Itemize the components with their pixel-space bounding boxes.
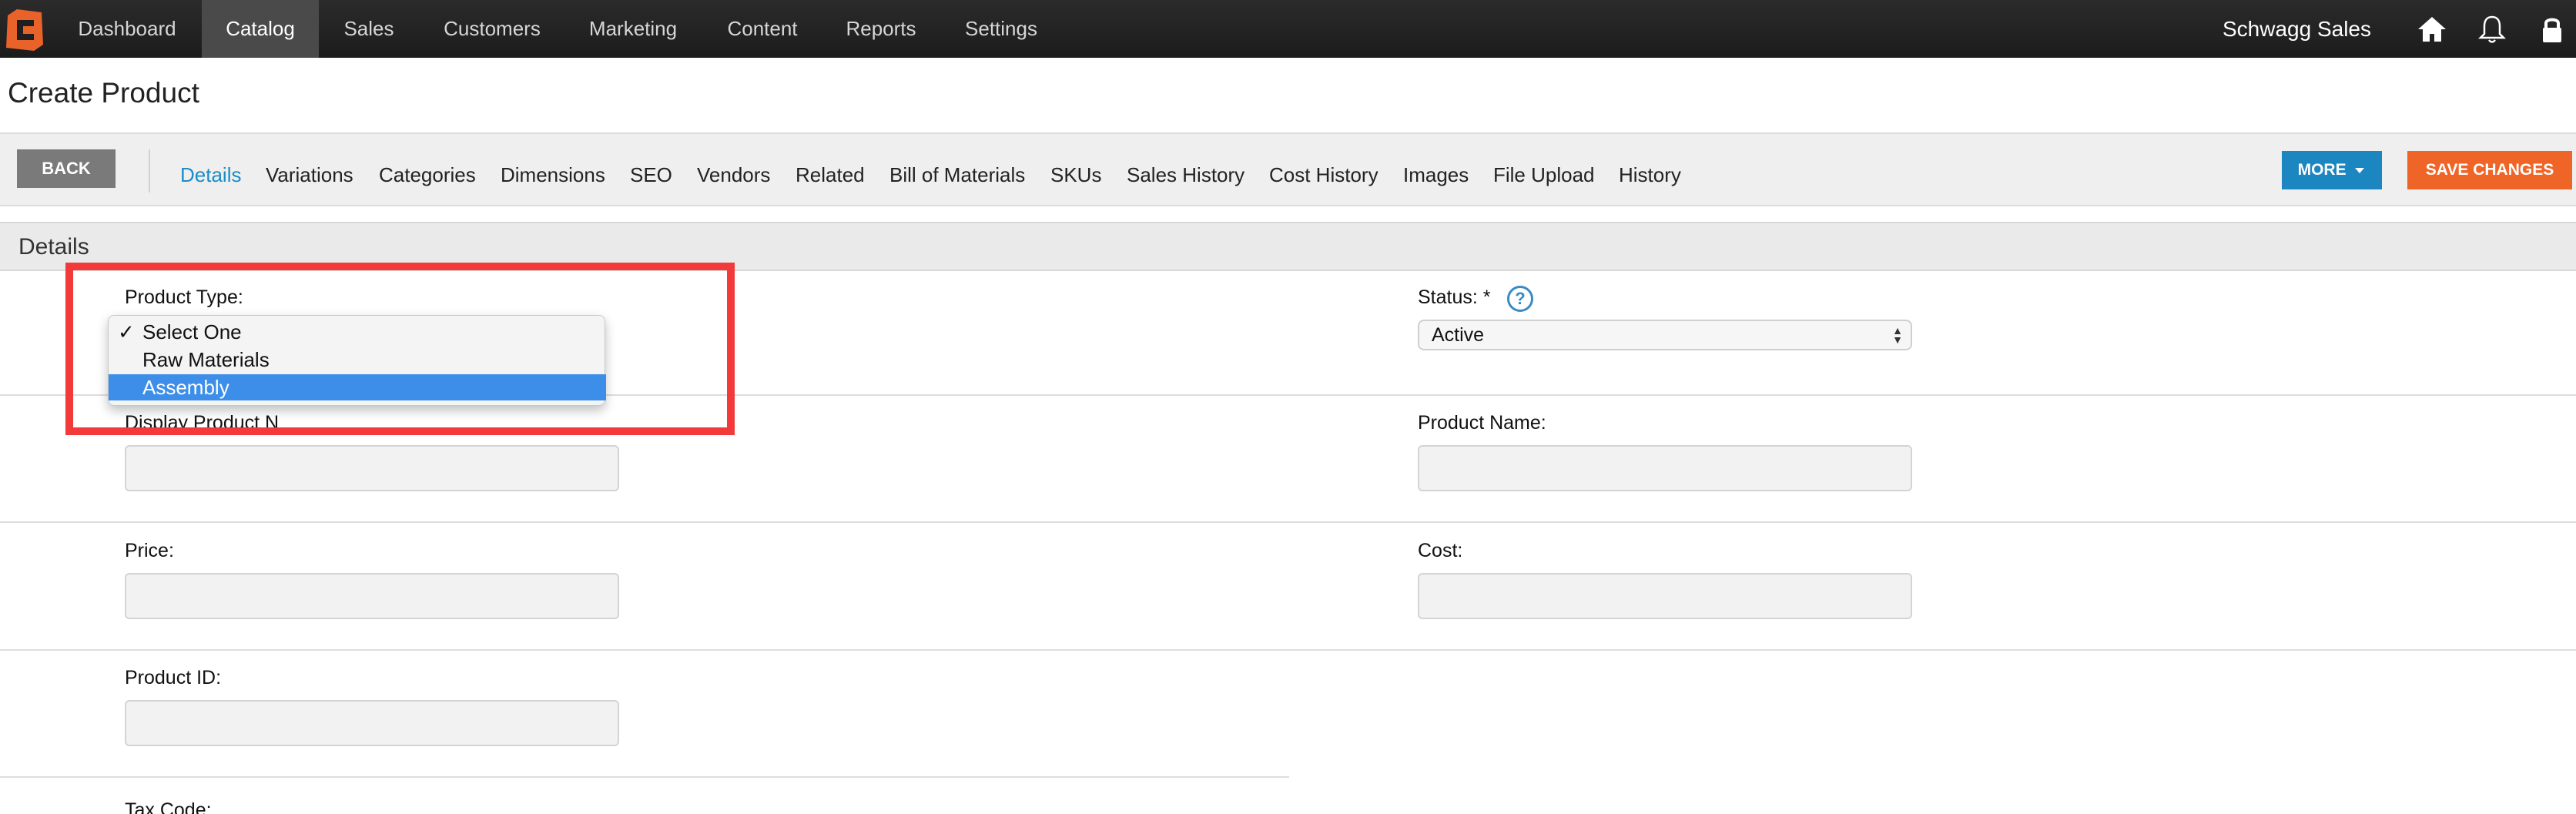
row-divider bbox=[0, 521, 2576, 523]
product-id-input[interactable] bbox=[125, 700, 619, 746]
product-id-label: Product ID: bbox=[125, 667, 222, 688]
tab-seo[interactable]: SEO bbox=[630, 134, 672, 208]
top-navigation-bar: Dashboard Catalog Sales Customers Market… bbox=[0, 0, 2576, 58]
tab-bill-of-materials[interactable]: Bill of Materials bbox=[889, 134, 1025, 208]
more-button-label: MORE bbox=[2297, 161, 2347, 179]
nav-content[interactable]: Content bbox=[701, 0, 824, 58]
save-changes-button[interactable]: SAVE CHANGES bbox=[2407, 151, 2572, 189]
price-input[interactable] bbox=[125, 573, 619, 619]
page-title: Create Product bbox=[8, 77, 199, 109]
tab-vendors[interactable]: Vendors bbox=[697, 134, 770, 208]
tax-code-label: Tax Code: bbox=[125, 799, 212, 814]
section-title: Details bbox=[18, 234, 89, 260]
tab-history[interactable]: History bbox=[1619, 134, 1681, 208]
nav-dashboard[interactable]: Dashboard bbox=[54, 0, 200, 58]
nav-settings[interactable]: Settings bbox=[938, 0, 1064, 58]
tab-variations[interactable]: Variations bbox=[266, 134, 353, 208]
row-divider bbox=[0, 776, 1289, 778]
tab-related[interactable]: Related bbox=[796, 134, 865, 208]
tab-categories[interactable]: Categories bbox=[379, 134, 476, 208]
tab-skus[interactable]: SKUs bbox=[1050, 134, 1101, 208]
nav-reports[interactable]: Reports bbox=[824, 0, 938, 58]
nav-catalog[interactable]: Catalog bbox=[202, 0, 319, 58]
help-icon[interactable]: ? bbox=[1507, 286, 1533, 312]
tab-cost-history[interactable]: Cost History bbox=[1269, 134, 1378, 208]
highlight-annotation-box bbox=[65, 263, 735, 435]
status-select-value: Active bbox=[1432, 324, 1485, 346]
cost-label: Cost: bbox=[1418, 540, 1463, 561]
status-label: Status: * bbox=[1418, 286, 1491, 308]
toolbar-divider bbox=[149, 149, 150, 193]
nav-sales[interactable]: Sales bbox=[319, 0, 419, 58]
tab-details[interactable]: Details bbox=[180, 134, 241, 208]
app-logo-icon[interactable] bbox=[3, 6, 46, 52]
nav-customers[interactable]: Customers bbox=[419, 0, 565, 58]
back-button[interactable]: BACK bbox=[17, 149, 116, 188]
more-button[interactable]: MORE bbox=[2282, 151, 2382, 189]
product-name-input[interactable] bbox=[1418, 445, 1912, 491]
status-select[interactable]: Active ▲ ▼ bbox=[1418, 320, 1912, 350]
display-product-name-input[interactable] bbox=[125, 445, 619, 491]
price-label: Price: bbox=[125, 540, 174, 561]
cost-input[interactable] bbox=[1418, 573, 1912, 619]
tab-images[interactable]: Images bbox=[1403, 134, 1469, 208]
row-divider bbox=[0, 649, 2576, 651]
tab-dimensions[interactable]: Dimensions bbox=[501, 134, 605, 208]
tab-sales-history[interactable]: Sales History bbox=[1127, 134, 1244, 208]
account-name[interactable]: Schwagg Sales bbox=[2223, 0, 2371, 58]
bell-icon[interactable] bbox=[2477, 14, 2507, 45]
nav-marketing[interactable]: Marketing bbox=[565, 0, 701, 58]
select-arrows-icon: ▲▼ bbox=[1892, 324, 1903, 346]
product-name-label: Product Name: bbox=[1418, 412, 1546, 434]
lock-icon[interactable] bbox=[2537, 14, 2568, 45]
product-toolbar: BACK Details Variations Categories Dimen… bbox=[0, 132, 2576, 206]
caret-down-icon bbox=[2355, 168, 2365, 174]
home-icon[interactable] bbox=[2417, 14, 2447, 45]
tab-file-upload[interactable]: File Upload bbox=[1493, 134, 1595, 208]
